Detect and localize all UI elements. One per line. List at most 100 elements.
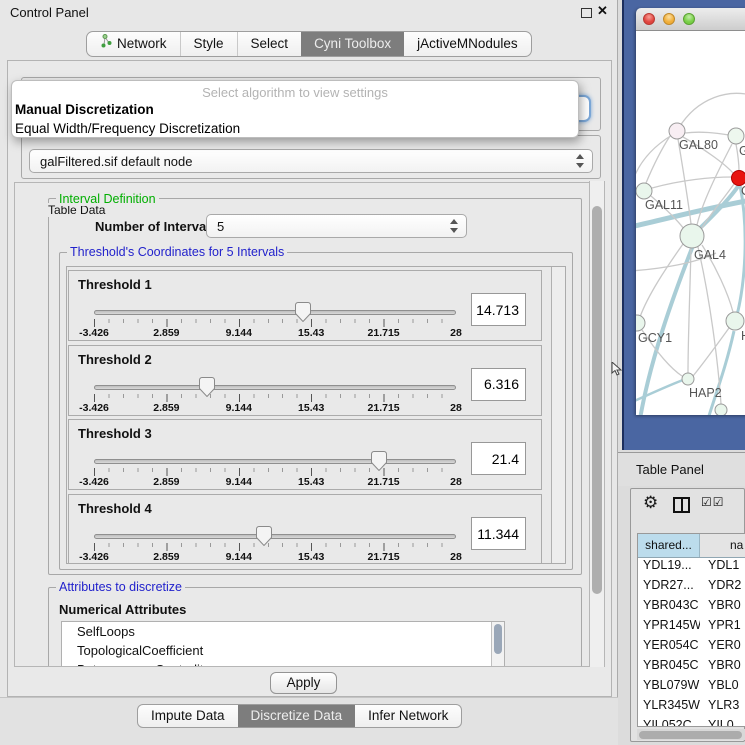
- network-node-gal4[interactable]: [680, 224, 704, 248]
- gear-icon[interactable]: ⚙: [643, 493, 658, 513]
- network-node-ga[interactable]: [728, 128, 744, 144]
- node-label-gal4: GAL4: [694, 248, 726, 262]
- tab-impute-data[interactable]: Impute Data: [138, 705, 238, 727]
- tick-label: 28: [450, 327, 462, 339]
- threshold-value-field[interactable]: [471, 368, 526, 401]
- tick-label: -3.426: [79, 476, 109, 488]
- interval-definition-label: Interval Definition: [56, 192, 159, 206]
- node-label-gal11: GAL11: [645, 198, 683, 212]
- cell: YLR3: [700, 698, 745, 718]
- float-window-icon[interactable]: [581, 8, 592, 18]
- slider-major-ticks: [94, 543, 456, 551]
- network-node[interactable]: [715, 404, 727, 415]
- cell: YBR043C: [638, 598, 700, 618]
- network-node-hap2[interactable]: [682, 373, 694, 385]
- checkbox-icons[interactable]: ☑☑: [701, 495, 725, 509]
- tick-label: 21.715: [368, 551, 400, 563]
- app-root: Control Panel ✕ NetworkStyleSelectCyni T…: [0, 0, 745, 745]
- tab-infer-network[interactable]: Infer Network: [355, 705, 461, 727]
- popup-item-equal-width-frequency-discretization[interactable]: Equal Width/Frequency Discretization: [12, 119, 578, 138]
- threshold-row: Threshold 4 -3.4262.8599.14415.4321.7152…: [68, 494, 542, 564]
- minimize-traffic-light-icon[interactable]: [663, 13, 675, 25]
- cell: YDR2: [700, 578, 745, 598]
- algorithm-popup-hint: Select algorithm to view settings: [12, 81, 578, 100]
- tick-label: 28: [450, 402, 462, 414]
- tick-label: 21.715: [368, 327, 400, 339]
- table-row[interactable]: YBR045CYBR0: [638, 658, 745, 678]
- table-row[interactable]: YDL19...YDL1: [638, 558, 745, 578]
- thresholds-scrollpane: Threshold 1 -3.4262.8599.14415.4321.7152…: [66, 266, 566, 564]
- tab-jactivemnodules[interactable]: jActiveMNodules: [404, 32, 531, 56]
- network-window-titlebar[interactable]: [636, 8, 745, 31]
- slider-major-ticks: [94, 319, 456, 327]
- network-window: GAL80GACGAL11GAL4GCY1HHAP2: [636, 8, 745, 415]
- tab-discretize-data[interactable]: Discretize Data: [238, 705, 356, 727]
- tab-network[interactable]: Network: [87, 32, 180, 56]
- tick-label: 2.859: [153, 551, 179, 563]
- cell: YER054C: [638, 638, 700, 658]
- cell: YDR27...: [638, 578, 700, 598]
- network-node-h[interactable]: [726, 312, 744, 330]
- threshold-value-field[interactable]: [471, 293, 526, 326]
- node-table-header: shared...na: [638, 534, 745, 558]
- table-data-combobox[interactable]: galFiltered.sif default node: [29, 149, 593, 173]
- tick-label: 28: [450, 476, 462, 488]
- column-header-shared[interactable]: shared...: [638, 534, 700, 557]
- attribute-item-betweennesscentrality[interactable]: BetweennessCentrality: [62, 660, 504, 667]
- threshold-label: Threshold 4: [78, 501, 152, 516]
- tab-select[interactable]: Select: [237, 32, 302, 56]
- table-row[interactable]: YBR043CYBR0: [638, 598, 745, 618]
- threshold-value-field[interactable]: [471, 442, 526, 475]
- tab-label: Cyni Toolbox: [314, 32, 391, 56]
- split-columns-icon[interactable]: [673, 497, 690, 513]
- number-of-intervals-combobox[interactable]: 5: [206, 214, 467, 238]
- attributes-scrollbar[interactable]: [491, 622, 504, 667]
- table-row[interactable]: YDR27...YDR2: [638, 578, 745, 598]
- attribute-item-topologicalcoefficient[interactable]: TopologicalCoefficient: [62, 641, 504, 660]
- node-table-body: YDL19...YDL1YDR27...YDR2YBR043CYBR0YPR14…: [638, 558, 745, 727]
- number-of-intervals-label: Number of Intervals: [95, 219, 217, 234]
- network-node-gal80[interactable]: [669, 123, 685, 139]
- thresholds-group-label: Threshold's Coordinates for 5 Intervals: [67, 245, 287, 259]
- threshold-row: Threshold 3 -3.4262.8599.14415.4321.7152…: [68, 419, 542, 490]
- threshold-label: Threshold 3: [78, 426, 152, 441]
- cell: YIL052C: [638, 718, 700, 727]
- network-canvas[interactable]: GAL80GACGAL11GAL4GCY1HHAP2: [636, 31, 745, 415]
- main-scrollbar-thumb[interactable]: [592, 206, 602, 594]
- tab-cyni-toolbox[interactable]: Cyni Toolbox: [301, 32, 404, 56]
- slider-major-ticks: [94, 394, 456, 402]
- table-hscrollbar[interactable]: [637, 729, 745, 740]
- tab-style[interactable]: Style: [180, 32, 237, 56]
- tick-label: 21.715: [368, 476, 400, 488]
- network-node-gal11[interactable]: [636, 183, 652, 199]
- node-label-hap2: HAP2: [689, 386, 722, 400]
- popup-item-manual-discretization[interactable]: Manual Discretization: [12, 100, 578, 119]
- zoom-traffic-light-icon[interactable]: [683, 13, 695, 25]
- apply-button[interactable]: Apply: [270, 672, 337, 694]
- table-row[interactable]: YLR345WYLR3: [638, 698, 745, 718]
- table-row[interactable]: YBL079WYBL0: [638, 678, 745, 698]
- node-label-ga: GA: [739, 144, 745, 158]
- numerical-attributes-heading: Numerical Attributes: [59, 602, 186, 617]
- table-row[interactable]: YIL052CYIL0: [638, 718, 745, 727]
- threshold-slider[interactable]: [94, 385, 456, 390]
- tick-label: 15.43: [298, 327, 324, 339]
- threshold-value-field[interactable]: [471, 517, 526, 550]
- threshold-slider[interactable]: [94, 534, 456, 539]
- cyni-content-panel: Discretization Algorithm Select algorith…: [7, 60, 612, 697]
- table-row[interactable]: YER054CYER0: [638, 638, 745, 658]
- close-traffic-light-icon[interactable]: [643, 13, 655, 25]
- threshold-slider[interactable]: [94, 310, 456, 315]
- close-icon[interactable]: ✕: [597, 3, 608, 19]
- thresholds-group: Threshold's Coordinates for 5 Intervals …: [59, 252, 573, 570]
- tick-label: 9.144: [226, 476, 252, 488]
- table-hscrollbar-thumb[interactable]: [639, 731, 742, 739]
- main-scrollbar[interactable]: [589, 181, 605, 667]
- attribute-item-selfloops[interactable]: SelfLoops: [62, 622, 504, 641]
- network-node-gcy1[interactable]: [636, 315, 645, 331]
- threshold-slider[interactable]: [94, 459, 456, 464]
- thresholds-scrollbar[interactable]: [551, 267, 565, 563]
- column-header-na[interactable]: na: [700, 534, 745, 557]
- attributes-scrollbar-thumb[interactable]: [494, 624, 502, 654]
- table-row[interactable]: YPR145WYPR1: [638, 618, 745, 638]
